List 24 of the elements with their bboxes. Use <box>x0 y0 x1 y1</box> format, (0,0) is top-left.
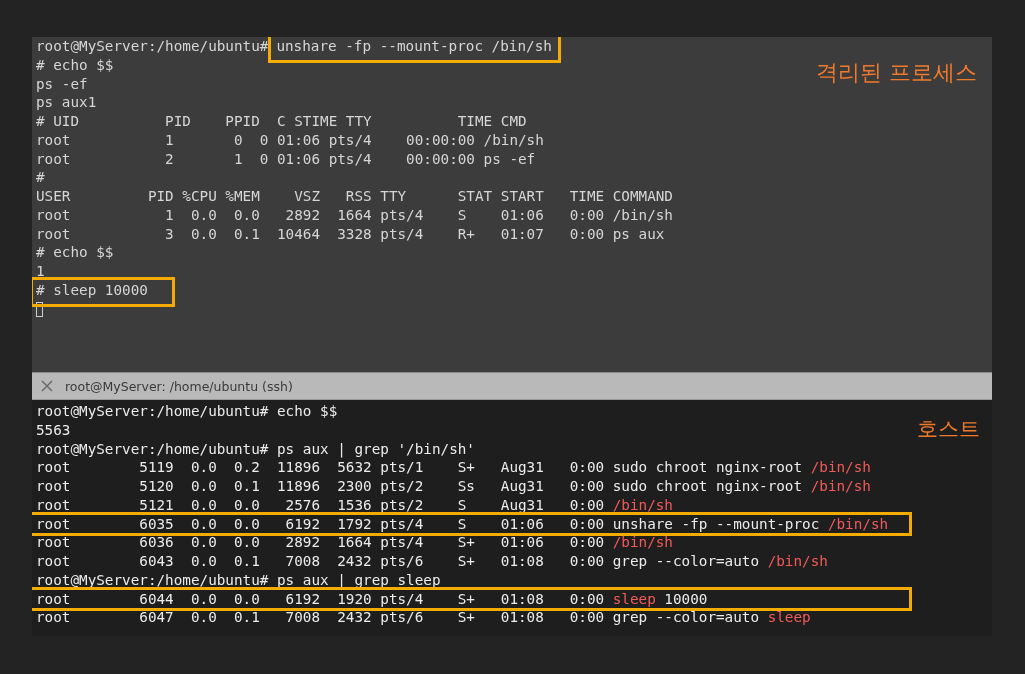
highlighted-command: unshare -fp --mount-proc /bin/sh <box>268 37 561 63</box>
close-icon[interactable] <box>41 380 53 392</box>
terminal-line: 5563 <box>36 420 71 440</box>
terminal-line: # <box>36 168 45 187</box>
terminal-line: root 2 1 0 01:06 pts/4 00:00:00 ps -ef <box>36 149 536 169</box>
terminal-line: root@MyServer:/home/ubuntu# ps aux | grep '/bin/sh' <box>36 439 475 459</box>
terminal-line: USER PID %CPU %MEM VSZ RSS TTY STAT START TIME COMMAND <box>36 187 673 206</box>
terminal-line: # echo $$ <box>36 55 114 75</box>
terminal-line: root 1 0 0 01:06 pts/4 00:00:00 /bin/sh <box>36 130 544 150</box>
terminal-line: ps aux1 <box>36 93 97 112</box>
terminal-line: root 5120 0.0 0.1 11896 2300 pts/2 Ss Aug31 0:00 sudo chroot nginx-root /bin/sh <box>36 477 871 496</box>
terminal-line: # echo $$ <box>36 243 114 262</box>
tab-title: root@MyServer: /home/ubuntu (ssh) <box>65 378 293 394</box>
cursor-icon <box>36 301 43 317</box>
terminal-line: ps -ef <box>36 74 88 94</box>
annotation-label: 격리된 프로세스 <box>816 60 977 87</box>
terminal-line: root 5119 0.0 0.2 11896 5632 pts/1 S+ Aug31 0:00 sudo chroot nginx-root /bin/sh <box>36 458 871 477</box>
annotation-label: 호스트 <box>917 417 980 443</box>
terminal-line: root 6043 0.0 0.1 7008 2432 pts/6 S+ 01:08 0:00 grep --color=auto /bin/sh <box>36 552 828 571</box>
terminal-line: # UID PID PPID C STIME TTY TIME CMD <box>36 112 527 131</box>
terminal-line: root 1 0.0 0.0 2892 1664 pts/4 S 01:06 0:00 /bin/sh <box>36 205 673 225</box>
terminal-line: root 3 0.0 0.1 10464 3328 pts/4 R+ 01:07 0:00 ps aux <box>36 224 665 244</box>
terminal-prompt: root@MyServer:/home/ubuntu# <box>36 37 269 56</box>
terminal-line: root@MyServer:/home/ubuntu# echo $$ <box>36 402 338 421</box>
